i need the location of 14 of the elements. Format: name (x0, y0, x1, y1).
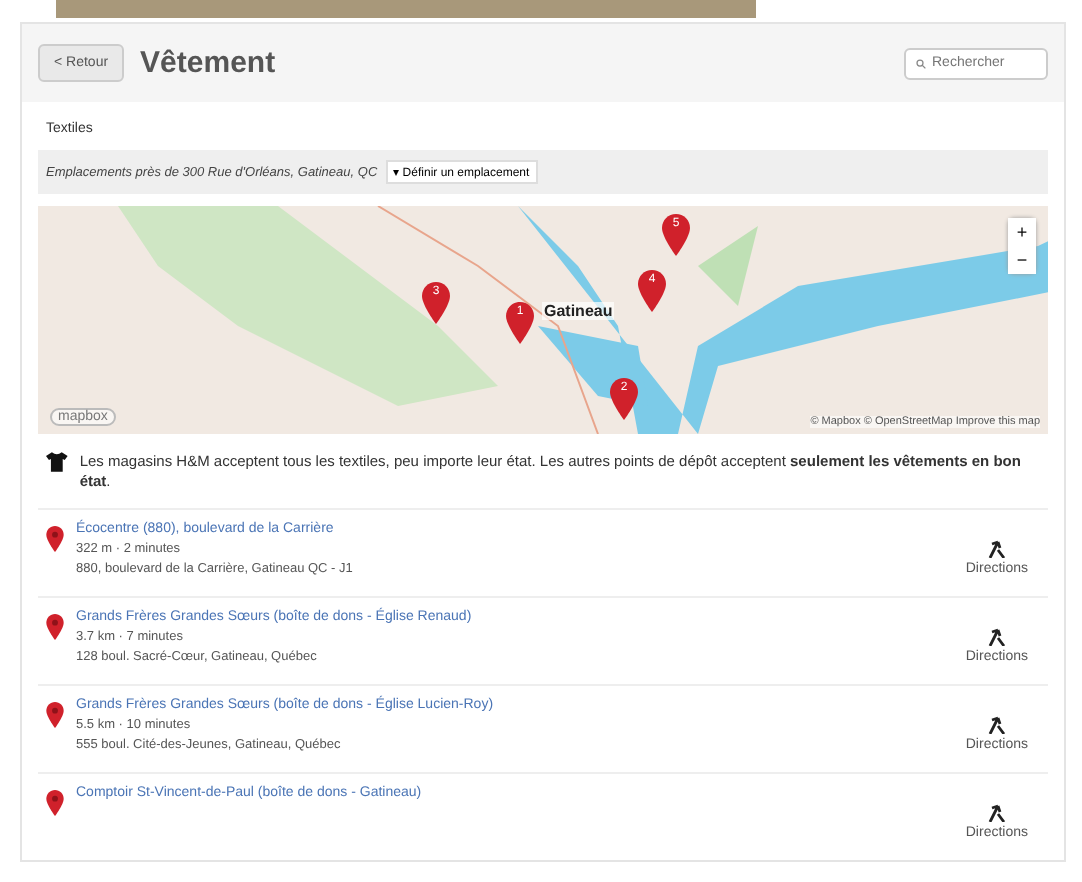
city-label: Gatineau (542, 302, 615, 320)
directions-icon (986, 625, 1007, 645)
location-pin-icon (46, 613, 64, 639)
location-pin-icon (46, 701, 64, 727)
search-icon (916, 55, 926, 71)
directions-icon (986, 713, 1007, 733)
directions-icon (986, 537, 1007, 557)
page-title: Vêtement (140, 46, 278, 80)
location-pin-icon (46, 789, 64, 815)
shirt-icon (46, 452, 68, 472)
zoom-out-button[interactable]: − (1008, 246, 1036, 274)
zoom-in-button[interactable]: + (1008, 218, 1036, 246)
directions-icon (986, 801, 1007, 821)
location-pin-icon (46, 525, 64, 551)
